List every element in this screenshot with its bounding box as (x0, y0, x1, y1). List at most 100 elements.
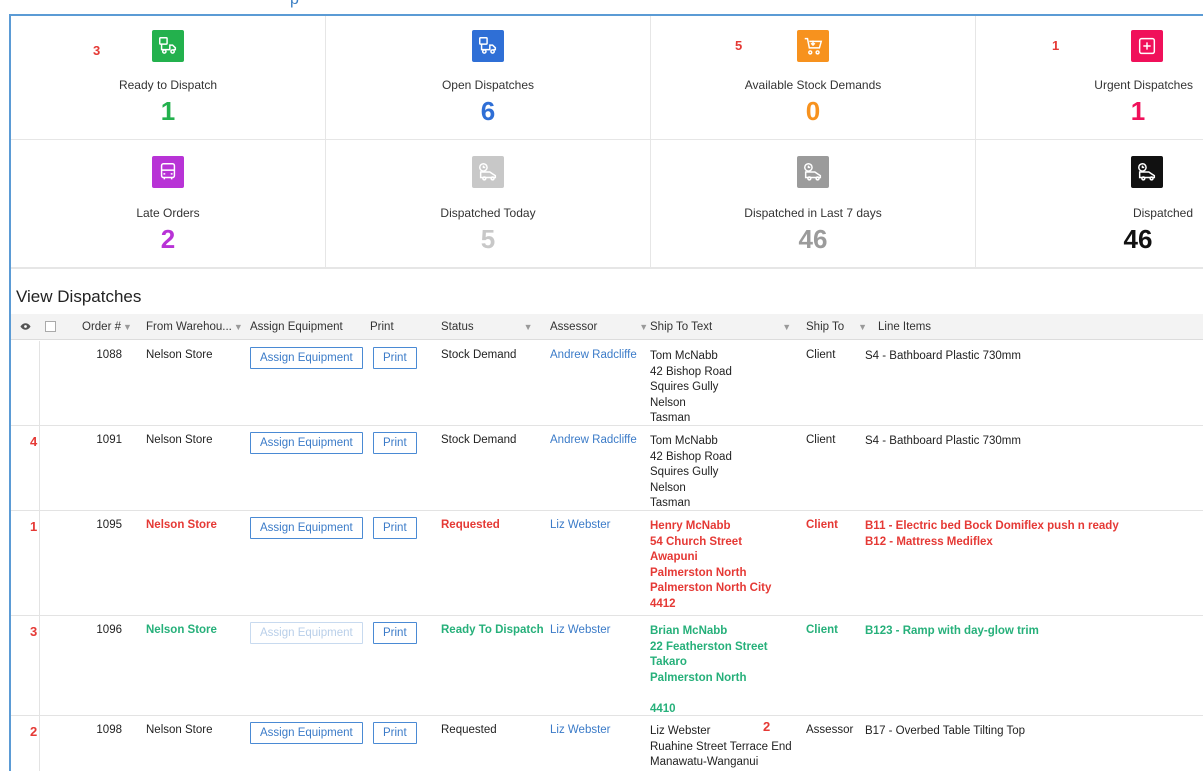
tile-value: 1 (160, 96, 176, 126)
tile-badge: 3 (93, 43, 101, 58)
dispatches-grid: Order # ▼ From Warehou... ▼ Assign Equipme… (11, 314, 1203, 771)
ship-to-line: Takaro (650, 656, 687, 669)
print-button[interactable]: Print (373, 722, 417, 744)
tile-value: 6 (480, 96, 496, 126)
print-button[interactable]: Print (373, 517, 417, 539)
tile-label: Dispatched Today (440, 206, 536, 220)
select-all-checkbox[interactable] (45, 321, 56, 332)
assessor-link[interactable]: Andrew Radcliffe (550, 349, 637, 361)
line-item: S4 - Bathboard Plastic 730mm (865, 350, 1021, 362)
tile-open-dispatches[interactable]: Open Dispatches 6 (326, 16, 651, 139)
order-number: 1095 (96, 519, 122, 531)
page-title-cut: p (290, 0, 299, 9)
table-row[interactable]: 4 1091 Nelson Store Assign Equipment Print St… (11, 426, 1203, 511)
ship-to-line: Squires Gully (650, 466, 719, 479)
eye-icon[interactable] (20, 321, 31, 332)
table-row[interactable]: 1 1095 Nelson Store Assign Equipment Print Re… (11, 511, 1203, 616)
tile-label: Ready to Dispatch (118, 78, 218, 92)
ship-to-line: Squires Gully (650, 381, 719, 394)
tile-dispatched-last-7-days[interactable]: Dispatched in Last 7 days 46 (651, 140, 976, 267)
ship-to-line: Awapuni (650, 551, 698, 564)
ship-to-line: Brian McNabb (650, 625, 728, 637)
assign-equipment-button[interactable]: Assign Equipment (250, 347, 363, 369)
ship-to-line: Nelson (650, 396, 686, 409)
ship-to-line: Tasman (650, 412, 691, 425)
tile-label: Urgent Dispatches (1094, 78, 1193, 92)
col-ship-to[interactable]: Ship To ▼ (806, 321, 867, 333)
truck-clock-icon (472, 156, 504, 188)
tile-value: 1 (1130, 96, 1146, 126)
tile-label: Dispatched (1132, 206, 1193, 220)
truck-box-icon (472, 30, 504, 62)
truck-clock-icon (797, 156, 829, 188)
truck-clock-icon (1131, 156, 1163, 188)
col-line-items[interactable]: Line Items (878, 321, 931, 333)
col-assessor[interactable]: Assessor ▼ (550, 321, 648, 333)
from-warehouse: Nelson Store (146, 349, 213, 361)
row-extra-badge: 2 (763, 719, 771, 734)
truck-box-icon (152, 30, 184, 62)
col-ship-to-text[interactable]: Ship To Text ▼ (650, 321, 791, 333)
order-number: 1098 (96, 724, 122, 736)
print-button[interactable]: Print (373, 347, 417, 369)
assign-equipment-button[interactable]: Assign Equipment (250, 722, 363, 744)
ship-to-text: Liz Webster Ruahine Street Terrace End Man… (650, 724, 792, 771)
assessor-link[interactable]: Liz Webster (550, 624, 611, 636)
ship-to-line: Palmerston North (650, 671, 747, 684)
col-assign-equipment[interactable]: Assign Equipment (250, 321, 343, 333)
row-badge: 1 (30, 519, 38, 534)
tile-label: Open Dispatches (441, 78, 535, 92)
ship-to: Client (806, 349, 836, 361)
line-items: S4 - Bathboard Plastic 730mm (865, 349, 1021, 365)
print-button[interactable]: Print (373, 622, 417, 644)
tile-label: Late Orders (136, 206, 200, 220)
table-row[interactable]: 3 1096 Nelson Store Assign Equipment Print Re… (11, 616, 1203, 716)
row-badge: 4 (30, 434, 38, 449)
col-order[interactable]: Order # ▼ (82, 321, 132, 333)
ship-to-line: Palmerston North (650, 566, 747, 579)
tile-row-2: Late Orders 2 Dispatched Today 5 Dispatc… (11, 140, 1203, 269)
status: Stock Demand (441, 434, 517, 446)
assessor-link[interactable]: Liz Webster (550, 724, 611, 736)
table-row[interactable]: 2 1098 Nelson Store Assign Equipment Print Re… (11, 716, 1203, 771)
table-row[interactable]: 1088 Nelson Store Assign Equipment Print Sto… (11, 341, 1203, 426)
tile-dispatched-today[interactable]: Dispatched Today 5 (326, 140, 651, 267)
tile-ready-to-dispatch[interactable]: 3 Ready to Dispatch 1 (11, 16, 326, 139)
ship-to-line: Ruahine Street Terrace End (650, 740, 792, 753)
assessor-link[interactable]: Liz Webster (550, 519, 611, 531)
col-print[interactable]: Print (370, 321, 394, 333)
ship-to-text: Tom McNabb 42 Bishop Road Squires Gully Nel… (650, 434, 732, 512)
tile-badge: 1 (1052, 38, 1060, 53)
col-status[interactable]: Status ▼ (441, 321, 533, 333)
medical-cross-icon (1131, 30, 1163, 62)
assign-equipment-button[interactable]: Assign Equipment (250, 432, 363, 454)
assessor-link[interactable]: Andrew Radcliffe (550, 434, 637, 446)
assign-equipment-button[interactable]: Assign Equipment (250, 622, 363, 644)
ship-to: Client (806, 434, 836, 446)
bus-icon (152, 156, 184, 188)
tile-late-orders[interactable]: Late Orders 2 (11, 140, 326, 267)
tile-urgent-dispatches[interactable]: 1 Urgent Dispatches 1 (976, 16, 1203, 139)
tile-value: 46 (798, 224, 828, 254)
ship-to: Assessor (806, 724, 854, 736)
row-divider (39, 341, 40, 425)
line-item: B17 - Overbed Table Tilting Top (865, 725, 1026, 737)
status: Requested (441, 519, 500, 531)
ship-to-line: 4412 (650, 597, 676, 610)
assign-equipment-button[interactable]: Assign Equipment (250, 517, 363, 539)
from-warehouse: Nelson Store (146, 434, 213, 446)
ship-to-text: Brian McNabb 22 Featherston Street Takaro P… (650, 624, 768, 718)
col-from-warehouse[interactable]: From Warehou... ▼ (146, 321, 243, 333)
cart-icon (797, 30, 829, 62)
tile-available-stock-demands[interactable]: 5 Available Stock Demands 0 (651, 16, 976, 139)
ship-to-line: Liz Webster (650, 725, 711, 737)
dashboard-tiles: 3 Ready to Dispatch 1 Open Dispatches 6 … (11, 16, 1203, 269)
ship-to-text: Tom McNabb 42 Bishop Road Squires Gully Nel… (650, 349, 732, 427)
tile-dispatched[interactable]: Dispatched 46 (976, 140, 1203, 267)
ship-to-line: Nelson (650, 481, 686, 494)
line-item: B12 - Mattress Mediflex (865, 535, 993, 548)
from-warehouse: Nelson Store (146, 519, 217, 531)
ship-to-line: Tasman (650, 497, 691, 510)
print-button[interactable]: Print (373, 432, 417, 454)
line-items: B11 - Electric bed Bock Domiflex push n … (865, 519, 1119, 550)
